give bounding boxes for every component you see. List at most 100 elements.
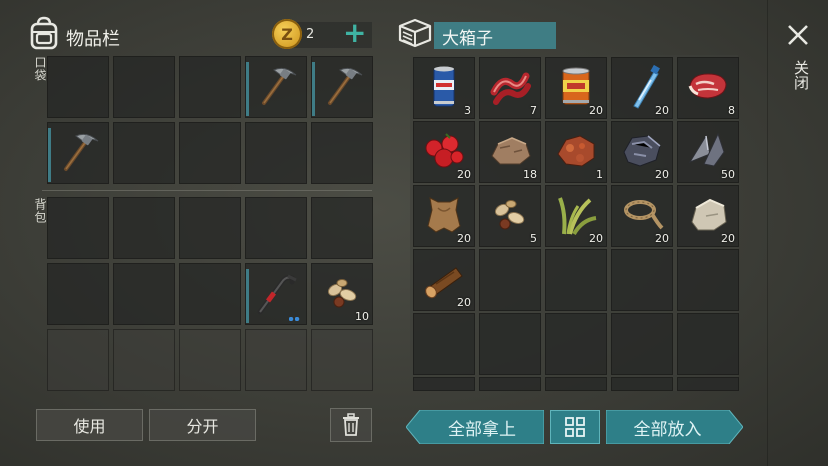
chest-slot[interactable]: 20 <box>413 185 475 247</box>
chest-slot[interactable]: 3 <box>413 57 475 119</box>
chest-slot[interactable] <box>479 249 541 311</box>
discard-button[interactable] <box>330 408 372 442</box>
chest-slot[interactable]: 20 <box>413 249 475 311</box>
chest-slot[interactable]: 20 <box>677 185 739 247</box>
nuts-seeds-icon <box>327 279 357 308</box>
chest-slot[interactable] <box>677 249 739 311</box>
close-icon[interactable] <box>781 18 817 54</box>
chest-slot[interactable] <box>479 377 541 391</box>
item-count: 1 <box>596 168 603 181</box>
chest-slot[interactable] <box>611 377 673 391</box>
inventory-title: 物品栏 <box>66 29 120 50</box>
chest-slot[interactable] <box>677 313 739 375</box>
sort-button[interactable] <box>550 410 600 444</box>
take-all-label[interactable]: 全部拿上 <box>448 415 516 440</box>
chest-slot[interactable] <box>545 377 607 391</box>
chest-slot[interactable] <box>479 313 541 375</box>
chest-slot[interactable] <box>413 313 475 375</box>
backpack-slot[interactable] <box>47 263 109 325</box>
stone-ore-icon <box>491 137 531 165</box>
chest-slot[interactable]: 5 <box>479 185 541 247</box>
wood-log-icon <box>425 267 463 299</box>
chest-slot[interactable]: 7 <box>479 57 541 119</box>
item-count: 20 <box>457 296 471 309</box>
put-all-button[interactable]: 全部放入 <box>606 410 743 444</box>
take-all-button[interactable]: 全部拿上 <box>406 410 544 444</box>
backpack-slot[interactable] <box>47 329 109 391</box>
grid-sort-icon[interactable] <box>565 417 585 437</box>
chest-slot[interactable]: 20 <box>545 57 607 119</box>
chest-icon <box>397 17 433 49</box>
item-count: 20 <box>655 232 669 245</box>
backpack-slot[interactable] <box>311 197 373 259</box>
chest-slot[interactable]: 50 <box>677 121 739 183</box>
backpack-slot[interactable] <box>245 329 307 391</box>
chest-slot[interactable]: 8 <box>677 57 739 119</box>
backpack-slot[interactable] <box>113 263 175 325</box>
backpack-slot[interactable] <box>179 263 241 325</box>
pocket-slot[interactable] <box>47 122 109 184</box>
section-divider <box>42 190 372 191</box>
backpack-slot[interactable]: 10 <box>311 263 373 325</box>
backpack-slot[interactable] <box>113 329 175 391</box>
raw-meat-steak-icon <box>688 73 727 99</box>
pocket-slot[interactable] <box>311 56 373 118</box>
use-button[interactable]: 使用 <box>36 409 143 441</box>
right-divider <box>767 0 768 466</box>
chest-slot[interactable]: 20 <box>611 185 673 247</box>
pocket-slot[interactable] <box>245 122 307 184</box>
copper-ore-icon <box>557 135 595 167</box>
chest-slot[interactable] <box>413 377 475 391</box>
red-berries-icon <box>425 133 464 168</box>
item-count: 10 <box>355 310 369 323</box>
chest-slot[interactable]: 20 <box>545 185 607 247</box>
put-all-label[interactable]: 全部放入 <box>634 415 702 440</box>
close-label[interactable]: 关闭 <box>791 60 812 90</box>
backpack-slot[interactable] <box>179 197 241 259</box>
container-title: 大箱子 <box>442 29 493 49</box>
canned-food-icon <box>562 67 590 105</box>
item-count: 20 <box>589 232 603 245</box>
chest-slot[interactable] <box>545 249 607 311</box>
stone-chunk-icon <box>691 198 727 231</box>
chest-slot[interactable]: 20 <box>611 121 673 183</box>
backpack-slot[interactable] <box>47 197 109 259</box>
item-count: 20 <box>721 232 735 245</box>
pocket-slot[interactable] <box>47 56 109 118</box>
chest-slot[interactable] <box>545 313 607 375</box>
crowbar-icon <box>257 274 297 315</box>
close-button[interactable]: 关闭 <box>781 18 817 118</box>
trash-icon[interactable] <box>341 413 361 437</box>
backpack-slot[interactable] <box>179 329 241 391</box>
pocket-slot[interactable] <box>311 122 373 184</box>
chest-slot[interactable] <box>677 377 739 391</box>
chest-slot[interactable] <box>611 313 673 375</box>
backpack-slot[interactable] <box>245 263 307 325</box>
coin-symbol: Z <box>281 24 293 44</box>
pocket-slot[interactable] <box>113 122 175 184</box>
item-count: 7 <box>530 104 537 117</box>
chest-slot[interactable]: 18 <box>479 121 541 183</box>
backpack-slot[interactable] <box>113 197 175 259</box>
backpack-slot[interactable] <box>245 197 307 259</box>
soda-can-icon <box>433 66 455 107</box>
backpack-slot[interactable] <box>311 329 373 391</box>
chest-slot[interactable]: 20 <box>413 121 475 183</box>
coin-count: 2 <box>306 27 315 42</box>
pocket-slot[interactable] <box>179 122 241 184</box>
raw-bacon-icon <box>490 72 531 105</box>
rope-icon <box>624 200 664 230</box>
split-button[interactable]: 分开 <box>149 409 256 441</box>
item-count: 20 <box>457 232 471 245</box>
pocket-slot[interactable] <box>245 56 307 118</box>
pocket-slot[interactable] <box>113 56 175 118</box>
item-count: 20 <box>655 168 669 181</box>
pickaxe-icon <box>328 67 363 105</box>
chest-slot[interactable] <box>611 249 673 311</box>
chest-slot[interactable]: 1 <box>545 121 607 183</box>
pocket-slot[interactable] <box>179 56 241 118</box>
pickaxe-icon <box>64 133 99 171</box>
add-coins-button[interactable]: + <box>343 18 366 48</box>
plant-fiber-icon <box>558 197 597 236</box>
chest-slot[interactable]: 20 <box>611 57 673 119</box>
